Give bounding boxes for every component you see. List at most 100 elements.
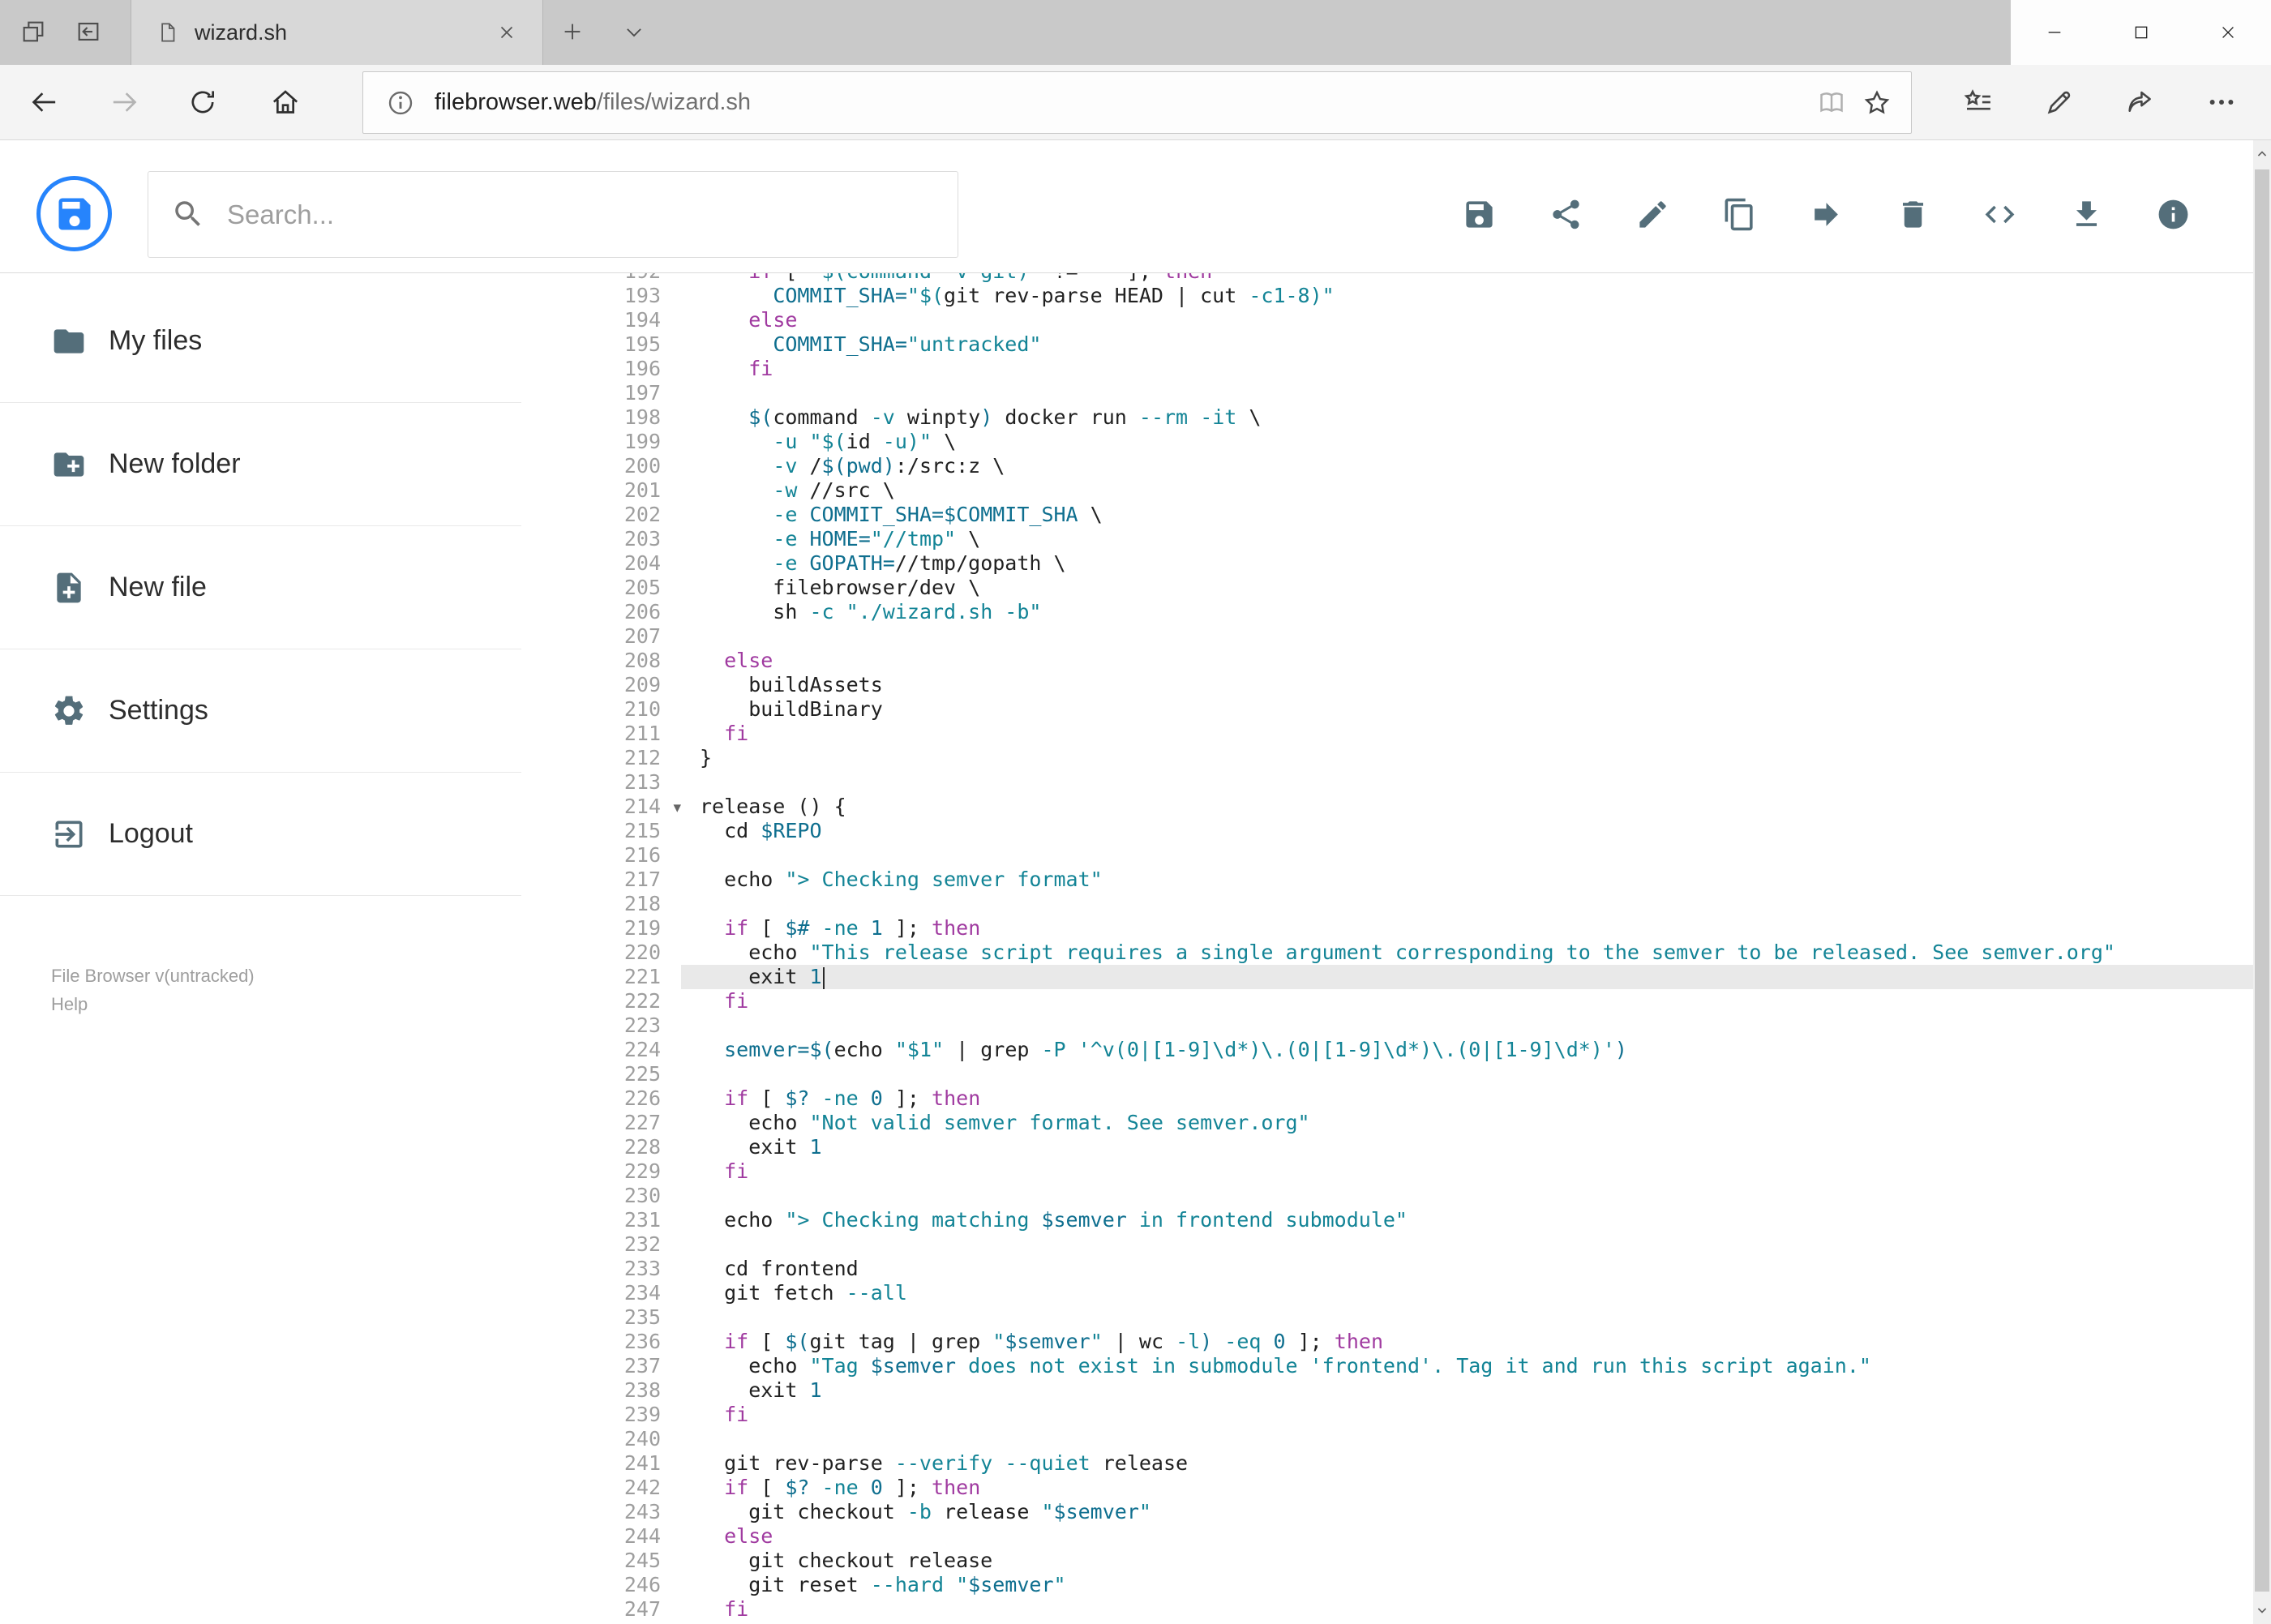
code-line-text: fi xyxy=(748,357,773,380)
code-line: 221 exit 1 xyxy=(587,965,2253,989)
plus-icon xyxy=(560,19,585,46)
reading-view-button[interactable] xyxy=(1809,80,1854,126)
code-line: 246 git reset --hard "$semver" xyxy=(587,1573,2253,1597)
page-scrollbar[interactable] xyxy=(2253,140,2271,1624)
share-button[interactable] xyxy=(2116,78,2165,126)
line-number: 195 xyxy=(623,332,661,356)
more-options-button[interactable] xyxy=(2197,78,2246,126)
code-line-text: fi xyxy=(724,1597,749,1621)
save-button[interactable] xyxy=(1462,197,1497,232)
set-tabs-aside-button[interactable] xyxy=(10,0,57,65)
back-button[interactable] xyxy=(19,65,68,139)
add-favorite-button[interactable] xyxy=(1854,80,1900,126)
search-input[interactable] xyxy=(225,172,939,257)
code-line: 224 semver=$(echo "$1" | grep -P '^v(0|[… xyxy=(587,1038,2253,1062)
code-line-text: -w //src \ xyxy=(773,478,895,502)
code-line-text xyxy=(681,1427,2253,1451)
tab-preview-chevron-button[interactable] xyxy=(610,0,658,65)
share-file-button[interactable] xyxy=(1549,197,1583,232)
line-number: 197 xyxy=(623,381,661,405)
address-bar[interactable]: filebrowser.web/files/wizard.sh xyxy=(362,71,1912,134)
code-line: 227 echo "Not valid semver format. See s… xyxy=(587,1111,2253,1135)
maximize-button[interactable] xyxy=(2097,0,2184,65)
minimize-button[interactable] xyxy=(2011,0,2097,65)
annotate-button[interactable] xyxy=(2035,78,2084,126)
code-line-text: -u "$(id -u)" \ xyxy=(773,430,957,453)
search-box xyxy=(148,171,958,258)
code-line-text: if [ $(git tag | grep "$semver" | wc -l)… xyxy=(724,1330,1384,1353)
new-tab-button[interactable] xyxy=(548,0,597,65)
code-line: 231 echo "> Checking matching $semver in… xyxy=(587,1208,2253,1232)
sidebar-item-new-file[interactable]: New file xyxy=(0,526,521,649)
code-line-text: $(command -v winpty) docker run --rm -it… xyxy=(748,405,1262,429)
minimize-icon xyxy=(2048,32,2060,33)
rename-button[interactable] xyxy=(1635,197,1670,232)
code-line-text: filebrowser/dev \ xyxy=(700,576,981,599)
url-host: filebrowser.web xyxy=(435,89,597,115)
code-line: 194 else xyxy=(587,308,2253,332)
code-line-text: COMMIT_SHA="$(git rev-parse HEAD | cut -… xyxy=(773,284,1335,307)
info-button[interactable] xyxy=(2156,197,2191,232)
delete-button[interactable] xyxy=(1896,197,1930,232)
download-button[interactable] xyxy=(2069,197,2104,232)
scroll-down-button[interactable] xyxy=(2253,1596,2271,1624)
fold-arrow-icon[interactable]: ▾ xyxy=(673,795,681,820)
code-line: 196 fi xyxy=(587,357,2253,381)
tab-close-button[interactable] xyxy=(491,16,523,49)
text-cursor xyxy=(822,967,825,989)
refresh-icon xyxy=(191,91,214,114)
browser-tab[interactable]: wizard.sh xyxy=(131,0,543,65)
line-number: 230 xyxy=(623,1184,661,1207)
line-number: 240 xyxy=(623,1427,661,1450)
line-number: 238 xyxy=(623,1378,661,1402)
refresh-button[interactable] xyxy=(178,65,227,139)
file-action-toolbar xyxy=(1462,156,2191,272)
close-icon xyxy=(2222,27,2234,38)
home-button[interactable] xyxy=(261,65,310,139)
line-number: 244 xyxy=(623,1524,661,1548)
code-line-text: echo "This release script requires a sin… xyxy=(700,941,2115,964)
code-line-text: git reset --hard "$semver" xyxy=(700,1573,1066,1596)
page-icon xyxy=(156,20,180,45)
line-number: 231 xyxy=(623,1208,661,1232)
scroll-up-button[interactable] xyxy=(2253,140,2271,168)
copy-icon xyxy=(1725,198,1753,231)
copy-button[interactable] xyxy=(1722,197,1757,232)
sidebar-item-new-folder[interactable]: New folder xyxy=(0,403,521,526)
code-line: 229 fi xyxy=(587,1159,2253,1184)
url-text: filebrowser.web/files/wizard.sh xyxy=(435,89,1809,116)
code-line: 236 if [ $(git tag | grep "$semver" | wc… xyxy=(587,1330,2253,1354)
line-number: 208 xyxy=(623,649,661,672)
code-line-text: git rev-parse --verify --quiet release xyxy=(700,1451,1189,1475)
code-line: 235 xyxy=(587,1305,2253,1330)
hub-star-lines-icon xyxy=(1964,89,1990,110)
line-number: 246 xyxy=(623,1573,661,1596)
code-line: 203 -e HOME="//tmp" \ xyxy=(587,527,2253,551)
line-number: 192 xyxy=(587,273,681,284)
favorites-hub-button[interactable] xyxy=(1954,78,2003,126)
sidebar-item-logout[interactable]: Logout xyxy=(0,773,521,896)
site-info-button[interactable] xyxy=(378,80,423,126)
app-logo[interactable] xyxy=(36,176,112,251)
code-line-text: if [ $? -ne 0 ]; then xyxy=(724,1476,981,1499)
move-button[interactable] xyxy=(1809,197,1844,232)
code-line-text xyxy=(681,843,2253,868)
code-line: 228 exit 1 xyxy=(587,1135,2253,1159)
restore-tabs-icon xyxy=(75,18,102,48)
code-editor[interactable]: 192 if [ "$(command -v git)" != "" ]; th… xyxy=(587,273,2253,1624)
code-line: 204 -e GOPATH=//tmp/gopath \ xyxy=(587,551,2253,576)
browser-window: wizard.sh filebrowser.web/files/wizard.s… xyxy=(0,0,2271,1624)
scrollbar-thumb[interactable] xyxy=(2255,169,2269,1592)
forward-button[interactable] xyxy=(101,65,149,139)
help-link[interactable]: Help xyxy=(51,990,255,1018)
close-button[interactable] xyxy=(2184,0,2271,65)
line-number: 201 xyxy=(623,478,661,502)
raw-view-button[interactable] xyxy=(1982,197,2017,232)
sidebar-item-settings[interactable]: Settings xyxy=(0,649,521,773)
code-line: 247 fi xyxy=(587,1597,2253,1622)
line-number: 212 xyxy=(623,746,661,769)
code-line-text: git fetch --all xyxy=(700,1281,907,1305)
restore-tabs-button[interactable] xyxy=(65,0,112,65)
sidebar-footer: File Browser v(untracked) Help xyxy=(51,962,255,1018)
sidebar-item-my-files[interactable]: My files xyxy=(0,280,521,403)
